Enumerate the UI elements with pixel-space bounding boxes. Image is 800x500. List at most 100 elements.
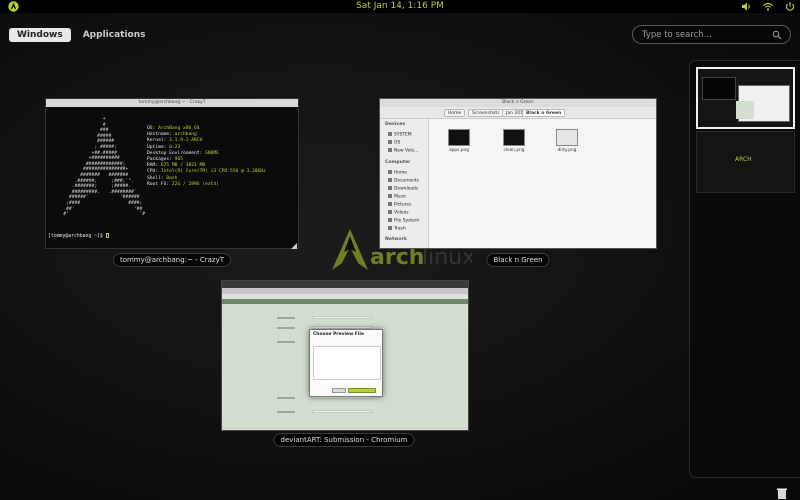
dialog-title: Choose Preview File — [313, 332, 365, 337]
file-manager-titlebar: Black n Green — [380, 99, 656, 107]
search-icon — [772, 30, 782, 40]
image-thumbnail — [503, 129, 525, 146]
drive-icon — [388, 218, 392, 222]
file-item[interactable]: dirty.png — [554, 129, 580, 153]
image-thumbnail — [556, 129, 578, 146]
sidebar-item-documents[interactable]: Documents — [388, 178, 419, 184]
form-field — [312, 410, 372, 413]
terminal-window-thumbnail[interactable]: tommy@archbang:~ - CrazyT + # ### ##### … — [45, 98, 299, 249]
drive-icon — [388, 132, 392, 136]
system-info-value: 3.1.9-2-ARCH — [169, 138, 203, 144]
file-item[interactable]: clean.png — [501, 129, 527, 153]
top-panel: Sat Jan 14, 1:16 PM — [0, 0, 800, 13]
system-info-key: RAM: — [147, 163, 161, 169]
browser-tab-strip — [222, 281, 468, 288]
workspace-1[interactable] — [696, 67, 795, 129]
system-info-value: Bash — [166, 175, 178, 181]
workspace-window-chromium — [736, 101, 754, 119]
form-label — [277, 397, 295, 399]
system-info-value: 22G / 289G (ext4) — [171, 181, 219, 187]
drive-icon — [388, 140, 392, 144]
terminal-window-caption[interactable]: tommy@archbang:~ - CrazyT — [112, 253, 232, 267]
sidebar-item-system[interactable]: SYSTEM — [388, 132, 412, 138]
clock[interactable]: Sat Jan 14, 1:16 PM — [0, 0, 800, 13]
system-info-value: ArchBang x86_64 — [158, 126, 200, 131]
workspace-window-terminal — [702, 77, 736, 100]
wifi-icon[interactable] — [762, 1, 774, 12]
resize-grip-icon[interactable] — [291, 243, 297, 249]
power-icon[interactable] — [784, 1, 796, 12]
breadcrumb-home[interactable]: Home — [444, 109, 466, 117]
system-info-key: Packages: — [147, 157, 175, 163]
sidebar-heading-network: Network — [385, 237, 407, 242]
trash-icon — [388, 226, 392, 230]
system-info-key: Uptime: — [147, 144, 170, 150]
system-info-value: archbang — [174, 132, 197, 138]
sidebar-item-music[interactable]: Music — [388, 194, 407, 200]
chromium-window-thumbnail[interactable]: Choose Preview File — [221, 280, 469, 431]
system-info-key: CPU: — [147, 169, 161, 175]
system-info-key: Kernel: — [147, 138, 170, 144]
system-info-key: Shell: — [147, 175, 167, 181]
sidebar-item-downloads[interactable]: Downloads — [388, 186, 418, 192]
sidebar-item-file-system[interactable]: File System — [388, 218, 419, 224]
sidebar-item-pictures[interactable]: Pictures — [388, 202, 411, 208]
system-info-key: Root FS: — [147, 181, 172, 187]
sidebar-heading-computer: Computer — [385, 160, 411, 165]
chromium-window-caption[interactable]: deviantART: Submission - Chromium — [273, 433, 415, 447]
file-chooser-dialog: Choose Preview File — [309, 329, 383, 397]
terminal-title: tommy@archbang:~ - CrazyT — [138, 100, 206, 105]
form-label — [277, 411, 295, 413]
drive-icon — [388, 148, 392, 152]
image-thumbnail — [448, 129, 470, 146]
form-label — [277, 317, 295, 319]
file-preview-box — [313, 346, 381, 380]
search-box[interactable] — [632, 25, 791, 44]
system-info: OS: ArchBang x86_64 Hostname: archbang Ker… — [147, 126, 266, 188]
file-item[interactable]: apps.png — [446, 129, 472, 153]
terminal-titlebar: tommy@archbang:~ - CrazyT — [46, 99, 298, 107]
system-info-value: 0:23 — [169, 144, 181, 150]
form-field — [312, 316, 372, 319]
breadcrumb-screenshots[interactable]: Screenshots — [468, 109, 504, 117]
workspace-switcher: ARCH — [689, 60, 800, 478]
file-manager-toolbar: Home Screenshots Jan 2012 Black n Green — [380, 107, 656, 119]
sidebar-item-os[interactable]: OS — [388, 140, 400, 146]
folder-icon — [388, 202, 392, 206]
page-header-bar — [222, 299, 468, 304]
search-input[interactable] — [642, 29, 767, 40]
sidebar-item-trash[interactable]: Trash — [388, 226, 406, 232]
cancel-button[interactable] — [332, 388, 346, 393]
sidebar-heading-devices: Devices — [385, 122, 406, 127]
tab-windows[interactable]: Windows — [9, 28, 71, 42]
system-info-value: GNOME — [205, 150, 219, 156]
workspace-arch-logo: ARCH — [735, 156, 752, 163]
file-manager-window-caption[interactable]: Black n Green — [486, 253, 550, 267]
view-selector: Windows Applications — [9, 28, 153, 42]
trash-icon[interactable] — [776, 487, 788, 499]
terminal-ascii-art: + # ### ##### ###### ; #####; +##.##### … — [63, 117, 146, 218]
form-label — [277, 341, 295, 343]
volume-icon[interactable] — [740, 1, 752, 12]
terminal-cursor — [105, 233, 109, 238]
workspace-2[interactable]: ARCH — [696, 131, 795, 193]
tab-applications[interactable]: Applications — [75, 28, 154, 42]
sidebar-item-new-volume[interactable]: New Volu... — [388, 148, 419, 154]
home-icon — [388, 170, 392, 174]
sidebar-item-home[interactable]: Home — [388, 170, 407, 176]
system-info-key: OS: — [147, 126, 159, 131]
system-info-key: Hostname: — [147, 132, 175, 138]
sidebar-item-videos[interactable]: Videos — [388, 210, 409, 216]
system-info-key: Desktop Environment: — [147, 150, 206, 156]
breadcrumb-black-n-green[interactable]: Black n Green — [522, 109, 566, 117]
system-info-line: Root FS: 22G / 289G (ext4) — [147, 182, 266, 188]
system-info-value: Intel(R) Core(TM) i3 CPU 550 @ 3.20GHz — [160, 169, 266, 175]
file-manager-sidebar: Devices SYSTEM OS New Volu... Computer H… — [380, 119, 429, 248]
ok-button[interactable] — [348, 388, 376, 393]
terminal-prompt[interactable]: [tommy@archbang ~]$ — [48, 233, 109, 239]
system-info-value: 675 MB / 3821 MB — [160, 163, 206, 169]
file-manager-window-thumbnail[interactable]: Black n Green Home Screenshots Jan 2012 … — [379, 98, 657, 249]
folder-icon — [388, 194, 392, 198]
terminal-body: + # ### ##### ###### ; #####; +##.##### … — [46, 107, 298, 250]
system-info-value: 965 — [174, 157, 183, 163]
